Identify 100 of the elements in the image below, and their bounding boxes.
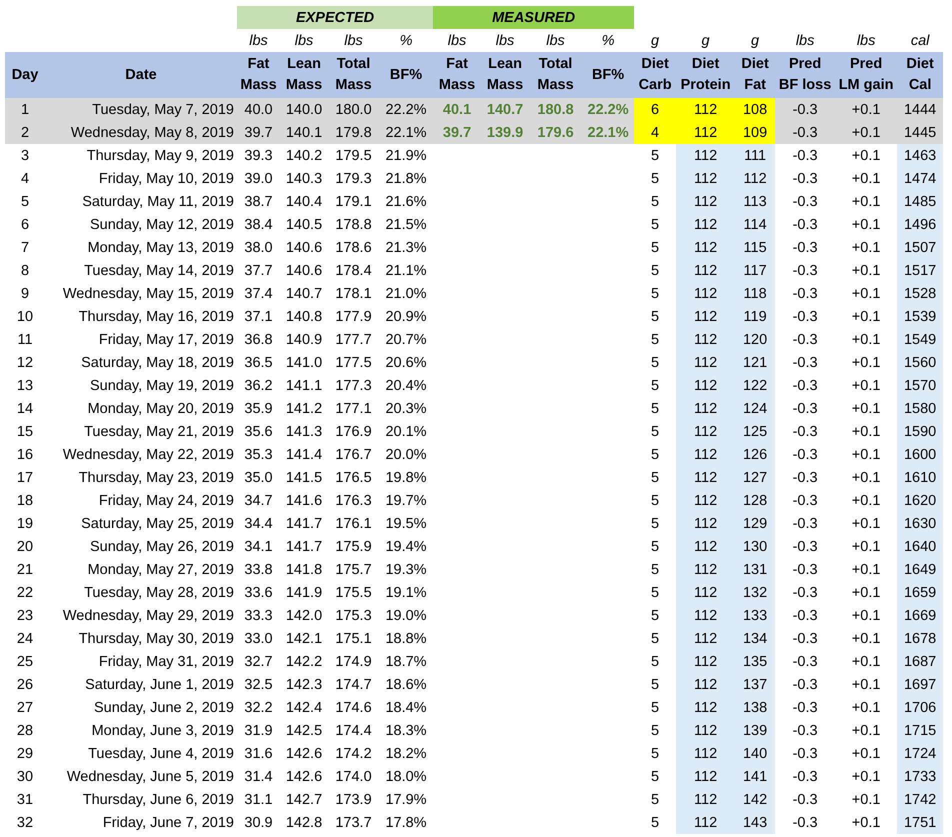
table-cell: 5 (634, 719, 676, 742)
table-cell: +0.1 (835, 351, 898, 374)
table-cell-text: 140.3 (284, 170, 324, 188)
table-cell-text: 175.5 (334, 584, 373, 602)
table-cell: 5 (634, 213, 676, 236)
table-cell-text: 21.5% (384, 216, 428, 234)
table-cell: -0.3 (775, 466, 836, 489)
table-cell-text: 17.9% (384, 790, 428, 810)
table-cell: -0.3 (775, 443, 836, 466)
table-cell: 1528 (897, 282, 944, 305)
table-cell-text: 175.3 (334, 606, 373, 626)
table-cell: -0.3 (775, 420, 836, 443)
table-cell-text: 36.5 (243, 354, 274, 372)
table-cell: 1485 (897, 190, 944, 213)
table-cell-text: 20.0% (384, 446, 428, 464)
table-cell: 40.1 (433, 98, 482, 121)
table-cell: 120 (735, 328, 776, 351)
table-cell-text: Thursday, May 30, 2019 (78, 630, 235, 648)
table-cell: 180.8 (529, 98, 582, 121)
table-cell-text: 38.4 (243, 216, 274, 234)
table-cell: 5 (634, 328, 676, 351)
table-cell-text: 20 (16, 538, 34, 556)
table-cell-text: Monday, June 3, 2019 (90, 722, 235, 740)
table-cell: 5 (634, 190, 676, 213)
table-cell-text: 36.8 (243, 330, 274, 350)
table-cell: -0.3 (775, 351, 836, 374)
column-header: BF% (379, 52, 434, 98)
table-cell: 114 (735, 213, 776, 236)
table-cell-text: Saturday, May 11, 2019 (81, 192, 235, 212)
table-cell-text: Friday, May 10, 2019 (98, 170, 235, 188)
table-cell: 140.0 (280, 98, 328, 121)
table-cell: 1649 (897, 558, 944, 581)
table-cell-text: 35.6 (243, 422, 274, 442)
table-cell: -0.3 (775, 167, 836, 190)
table-cell: 5 (634, 236, 676, 259)
table-cell: 112 (676, 121, 736, 144)
table-cell-text: 141.1 (284, 376, 324, 396)
table-cell: 130 (735, 535, 776, 558)
table-cell: 112 (676, 581, 736, 604)
table-cell: 112 (676, 535, 736, 558)
table-cell-text: 8 (20, 262, 30, 280)
table-cell-text: 178.4 (334, 262, 373, 280)
table-cell: 1697 (897, 673, 944, 696)
table-cell-text: 18.8% (384, 630, 428, 648)
table-cell-text: 142.3 (284, 676, 324, 694)
table-cell-text: 22 (16, 584, 34, 602)
table-cell-text: 31 (16, 790, 34, 810)
column-header: Day (5, 52, 45, 98)
table-cell-text: 34.7 (243, 492, 274, 510)
table-cell-text: 24 (16, 630, 34, 648)
table-cell-text: 33.3 (243, 606, 274, 626)
column-header: Diet Protein (676, 52, 736, 98)
table-cell: 5 (634, 765, 676, 788)
table-cell: Thursday, May 9, 2019 (45, 144, 237, 167)
table-cell: 22.2% (582, 98, 634, 121)
table-cell-text: 7 (20, 238, 30, 258)
table-cell: +0.1 (835, 374, 898, 397)
table-cell-text: 142.2 (284, 652, 324, 672)
table-cell: 5 (634, 512, 676, 535)
table-cell-text: 21.0% (384, 284, 428, 304)
table-cell: 127 (735, 466, 776, 489)
table-cell-text: 176.9 (334, 422, 373, 442)
table-cell-text: 30.9 (243, 814, 274, 832)
table-cell-text: 20.4% (384, 376, 428, 396)
column-header: Diet Cal (897, 52, 944, 98)
table-cell: 1444 (897, 98, 944, 121)
table-cell-text: 177.9 (334, 308, 373, 326)
table-cell: 109 (735, 121, 776, 144)
table-cell: 115 (735, 236, 776, 259)
table-cell: 112 (676, 144, 736, 167)
table-cell: -0.3 (775, 282, 836, 305)
table-cell: +0.1 (835, 144, 898, 167)
table-cell: 112 (676, 190, 736, 213)
table-cell: 180.0 (328, 98, 379, 121)
table-cell: 1590 (897, 420, 944, 443)
table-cell-text: 21 (16, 560, 34, 580)
group-header: EXPECTED (237, 6, 434, 29)
table-cell-text: 6 (20, 216, 30, 234)
table-cell: 5 (634, 627, 676, 650)
table-cell-text: 20.3% (384, 400, 428, 418)
table-cell-text: Wednesday, May 15, 2019 (62, 284, 235, 304)
table-cell: 140.2 (280, 144, 328, 167)
table-cell: 143 (735, 811, 776, 834)
table-cell: 140.7 (481, 98, 530, 121)
table-cell: 39.7 (237, 121, 280, 144)
table-cell-text: 142.1 (284, 630, 324, 648)
table-cell-text: 33.8 (243, 560, 274, 580)
table-cell: +0.1 (835, 696, 898, 719)
table-cell-text: 19.3% (384, 560, 428, 580)
table-cell: 121 (735, 351, 776, 374)
table-cell-text: 31.4 (243, 768, 274, 786)
table-cell: +0.1 (835, 604, 898, 627)
table-cell: 140.1 (280, 121, 328, 144)
table-cell: 112 (676, 811, 736, 834)
table-cell: 5 (634, 420, 676, 443)
table-cell: 5 (634, 535, 676, 558)
table-cell-text: Wednesday, June 5, 2019 (66, 768, 235, 786)
table-cell: 1659 (897, 581, 944, 604)
table-cell-text: Tuesday, June 4, 2019 (87, 744, 235, 764)
table-cell: 1678 (897, 627, 944, 650)
